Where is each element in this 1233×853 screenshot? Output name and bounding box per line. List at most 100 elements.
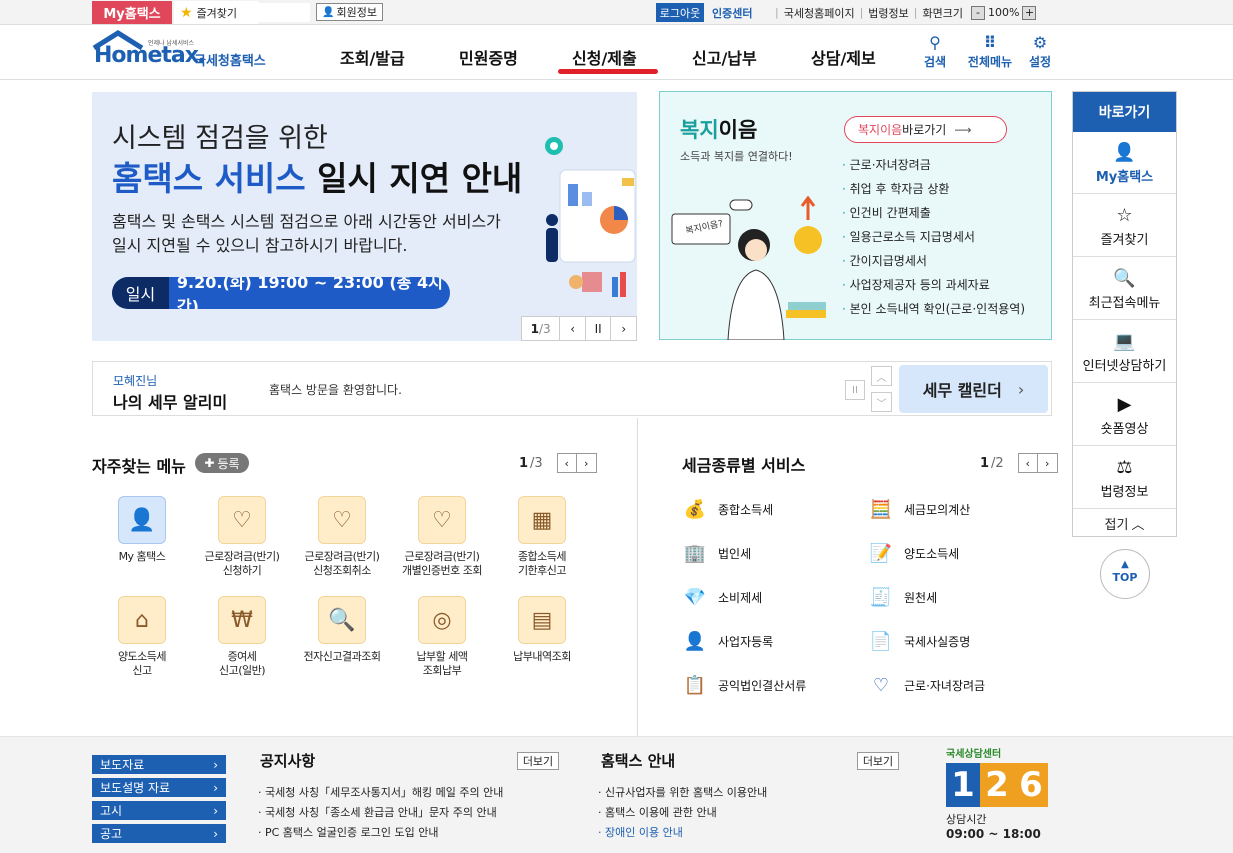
gnb-civil-cert[interactable]: 민원증명 [459, 45, 518, 69]
quick-item-my-hometax[interactable]: 👤 My 홈택스 [92, 496, 192, 578]
quick-next-button[interactable]: › [576, 453, 597, 473]
welfare-illustration [671, 195, 826, 340]
footer-link-announcement[interactable]: 공고 › [92, 824, 226, 843]
quick-prev-button[interactable]: ‹ [556, 453, 577, 473]
quick-item-gift-tax[interactable]: ₩ 증여세 신고(일반) [192, 596, 292, 678]
gnb-application[interactable]: 신청/제출 [572, 45, 637, 69]
logo-hometax-text: Hometax. [94, 43, 206, 68]
alarm-down-button[interactable]: ﹀ [871, 392, 892, 412]
salary-doc-icon: 🧾 [869, 586, 893, 608]
tax-item-transfer[interactable]: 📝 양도소득세 [868, 540, 1052, 566]
member-info-button[interactable]: 👤 회원정보 [316, 3, 383, 21]
guide-item[interactable]: 장애인 이용 안내 [598, 823, 767, 843]
logout-button[interactable]: 로그아웃 [656, 3, 704, 22]
guide-item[interactable]: 신규사업자를 위한 홈택스 이용안내 [598, 783, 767, 803]
welfare-item[interactable]: 근로·자녀장려금 [842, 153, 1025, 177]
shortcut-favorites[interactable]: ☆ 즐겨찾기 [1073, 195, 1176, 257]
welfare-item[interactable]: 사업장제공자 등의 과세자료 [842, 273, 1025, 297]
search-button[interactable]: ⚲ 검색 [915, 33, 955, 70]
quick-item-transfer-tax[interactable]: ⌂ 양도소득세 신고 [92, 596, 192, 678]
guide-more-button[interactable]: 더보기 [857, 752, 899, 770]
welfare-item[interactable]: 취업 후 학자금 상환 [842, 177, 1025, 201]
tax-item-certificate[interactable]: 📄 국세사실증명 [868, 628, 1052, 654]
tax-next-button[interactable]: › [1037, 453, 1058, 473]
banner-pause-button[interactable]: II [584, 317, 611, 340]
zoom-out-button[interactable]: - [970, 5, 985, 20]
law-info-link[interactable]: 법령정보 [868, 5, 908, 21]
main-banner[interactable]: 시스템 점검을 위한 홈택스 서비스 일시 지연 안내 홈택스 및 손택스 시스… [92, 92, 637, 341]
gnb-consult[interactable]: 상담/제보 [811, 45, 876, 69]
nts-homepage-link[interactable]: 국세청홈페이지 [784, 5, 855, 21]
shortcut-shortform[interactable]: ▶ 숏폼영상 [1073, 384, 1176, 446]
section-divider [637, 418, 638, 736]
shortcut-consult[interactable]: 💻 인터넷상담하기 [1073, 321, 1176, 383]
star-icon: ☆ [1116, 205, 1133, 226]
notice-item[interactable]: 국세청 사칭「종소세 환급금 안내」문자 주의 안내 [258, 803, 503, 823]
play-icon: ▶ [1117, 394, 1132, 415]
welfare-item[interactable]: 본인 소득내역 확인(근로·인적용역) [842, 297, 1025, 321]
arrow-right-icon: ⟶ [954, 122, 972, 137]
tax-item-simulation[interactable]: 🧮 세금모의계산 [868, 496, 1052, 522]
banner-prev-button[interactable]: ‹ [559, 317, 585, 340]
quick-item-eitc-cancel[interactable]: ♡ 근로장려금(반기) 신청조회취소 [292, 496, 392, 578]
quick-menu-pager: 1/3 ‹ › [519, 453, 597, 473]
quick-item-payment-history[interactable]: ▤ 납부내역조회 [492, 596, 592, 678]
tax-item-business-reg[interactable]: 👤 사업자등록 [682, 628, 868, 654]
document-icon: 📄 [869, 630, 893, 652]
welfare-go-button[interactable]: 복지이음 바로가기 ⟶ [844, 116, 1007, 143]
register-button[interactable]: ✚ 등록 [195, 453, 249, 473]
heart-icon: ♡ [872, 674, 890, 696]
quick-item-efiling-result[interactable]: 🔍 전자신고결과조회 [292, 596, 392, 678]
tax-item-consumption[interactable]: 💎 소비제세 [682, 584, 868, 610]
welfare-item[interactable]: 간이지급명세서 [842, 249, 1025, 273]
hometax-logo[interactable]: 언제나 납세서비스 Hometax. 국세청홈택스 [92, 30, 282, 75]
shortcut-recent[interactable]: 🔍 최근접속메뉴 [1073, 258, 1176, 320]
shortcut-law[interactable]: ⚖ 법령정보 [1073, 447, 1176, 509]
tax-item-withholding[interactable]: 🧾 원천세 [868, 584, 1052, 610]
footer-link-notice[interactable]: 고시 › [92, 801, 226, 820]
shortcut-my-hometax[interactable]: 👤 My홈택스 [1073, 132, 1176, 194]
gnb-inquiry[interactable]: 조회/발급 [340, 45, 405, 69]
call-center-126: 국세상담센터 126 상담시간 09:00 ~ 18:00 [946, 745, 1056, 850]
banner-date-pill: 일시 9.20.(화) 19:00 ~ 23:00 (총 4시간) [112, 277, 450, 309]
alarm-pause-button[interactable]: II [845, 380, 865, 400]
notice-item[interactable]: PC 홈택스 얼굴인증 로그인 도입 안내 [258, 823, 503, 843]
tax-prev-button[interactable]: ‹ [1017, 453, 1038, 473]
all-menu-button[interactable]: ⠿ 전체메뉴 [962, 33, 1018, 70]
digit-1: 2 [980, 763, 1014, 807]
sidebar-fold-button[interactable]: 접기 ︿ [1073, 510, 1176, 536]
alarm-up-button[interactable]: ︿ [871, 366, 892, 386]
footer-link-press-explain[interactable]: 보도설명 자료 › [92, 778, 226, 797]
quick-item-eitc-auth[interactable]: ♡ 근로장려금(반기) 개별인증번호 조회 [392, 496, 492, 578]
banner-description: 홈택스 및 손택스 시스템 점검으로 아래 시간동안 서비스가 일시 지연될 수 … [112, 212, 501, 255]
welfare-item[interactable]: 일용근로소득 지급명세서 [842, 225, 1025, 249]
notice-item[interactable]: 국세청 사칭「세무조사통지서」해킹 메일 주의 안내 [258, 783, 503, 803]
quick-item-income-late[interactable]: ▦ 종합소득세 기한후신고 [492, 496, 592, 578]
favorites-button[interactable]: ★ 즐겨찾기 [174, 1, 258, 24]
grid-icon: ⠿ [983, 33, 997, 52]
heart-hand-icon: ♡ [218, 496, 266, 544]
footer-link-press[interactable]: 보도자료 › [92, 755, 226, 774]
diamond-icon: 💎 [683, 586, 707, 608]
scroll-top-button[interactable]: ▲ TOP [1100, 549, 1150, 599]
tax-alarm-message: 홈택스 방문을 환영합니다. [269, 383, 402, 397]
tax-item-public-corp[interactable]: 📋 공익법인결산서류 [682, 672, 868, 698]
welfare-subtitle: 소득과 복지를 연결하다! [680, 150, 793, 163]
quick-item-pay-tax[interactable]: ◎ 납부할 세액 조회납부 [392, 596, 492, 678]
tax-calendar-button[interactable]: 세무 캘린더 › [899, 365, 1048, 413]
tax-item-corporate[interactable]: 🏢 법인세 [682, 540, 868, 566]
settings-button[interactable]: ⚙ 설정 [1020, 33, 1060, 70]
banner-next-button[interactable]: › [610, 317, 636, 340]
gnb-report-pay[interactable]: 신고/납부 [692, 45, 757, 69]
quick-item-eitc-apply[interactable]: ♡ 근로장려금(반기) 신청하기 [192, 496, 292, 578]
tax-item-eitc[interactable]: ♡ 근로·자녀장려금 [868, 672, 1052, 698]
guide-item[interactable]: 홈택스 이용에 관한 안내 [598, 803, 767, 823]
banner-pager: 1/3 ‹ II › [521, 316, 637, 341]
welfare-item[interactable]: 인건비 간편제출 [842, 201, 1025, 225]
tax-item-income[interactable]: 💰 종합소득세 [682, 496, 868, 522]
cert-center-link[interactable]: 인증센터 [712, 3, 752, 22]
digit-2: 6 [1014, 763, 1048, 807]
zoom-in-button[interactable]: + [1022, 5, 1037, 20]
my-hometax-tab[interactable]: My홈택스 [92, 1, 172, 24]
notice-more-button[interactable]: 더보기 [517, 752, 559, 770]
